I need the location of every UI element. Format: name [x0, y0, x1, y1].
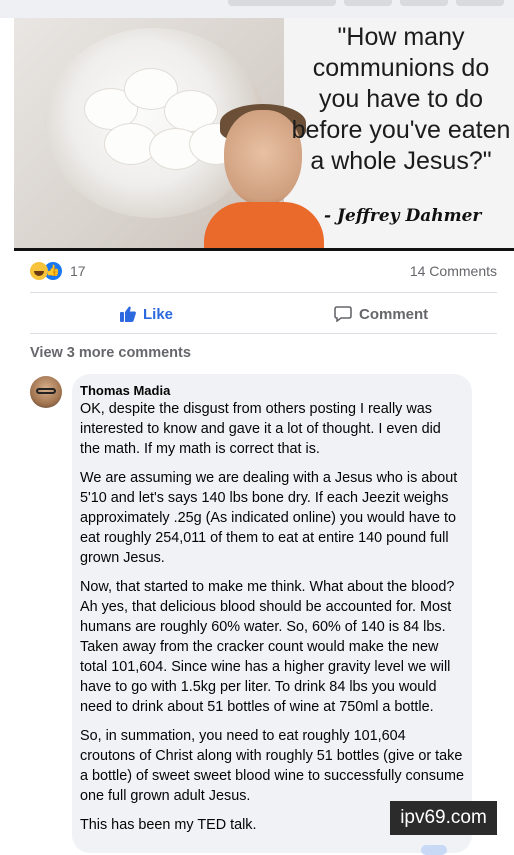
meme-attribution: - Jeffrey Dahmer	[324, 206, 482, 226]
reaction-summary[interactable]: 👍 17	[30, 261, 86, 281]
thumbs-up-icon	[120, 306, 136, 322]
comment-paragraph: OK, despite the disgust from others post…	[80, 401, 441, 457]
comment-reaction-icon	[421, 845, 447, 855]
avatar[interactable]	[30, 376, 62, 408]
like-label: Like	[143, 305, 174, 323]
comment-label: Comment	[359, 305, 429, 323]
top-tab-placeholder	[228, 0, 336, 6]
comment-button[interactable]: Comment	[334, 303, 428, 325]
like-button[interactable]: Like	[120, 303, 173, 325]
view-more-comments-link[interactable]: View 3 more comments	[30, 345, 191, 361]
comments-count-link[interactable]: 14 Comments	[410, 263, 497, 279]
comment-paragraph: So, in summation, you need to eat roughl…	[80, 728, 464, 804]
post-image[interactable]: "How many communions do you have to do b…	[14, 18, 514, 251]
avatar-glasses	[36, 388, 56, 394]
speech-bubble-icon	[334, 306, 352, 322]
top-tab-placeholder	[456, 0, 504, 6]
top-bar	[0, 0, 514, 18]
comment-paragraph: We are assuming we are dealing with a Je…	[80, 470, 458, 566]
haha-reaction-icon	[30, 262, 48, 280]
reaction-count: 17	[70, 263, 86, 279]
comment-paragraph: Now, that started to make me think. What…	[80, 579, 455, 715]
comment-author[interactable]: Thomas Madia	[80, 382, 464, 399]
meme-quote: "How many communions do you have to do b…	[291, 23, 511, 175]
portrait-shirt	[204, 202, 324, 248]
watermark: ipv69.com	[390, 801, 497, 835]
divider	[30, 333, 497, 334]
top-tab-placeholder	[400, 0, 448, 6]
comment-bubble: Thomas Madia OK, despite the disgust fro…	[72, 374, 472, 853]
top-tab-placeholder	[344, 0, 392, 6]
divider	[30, 292, 497, 293]
